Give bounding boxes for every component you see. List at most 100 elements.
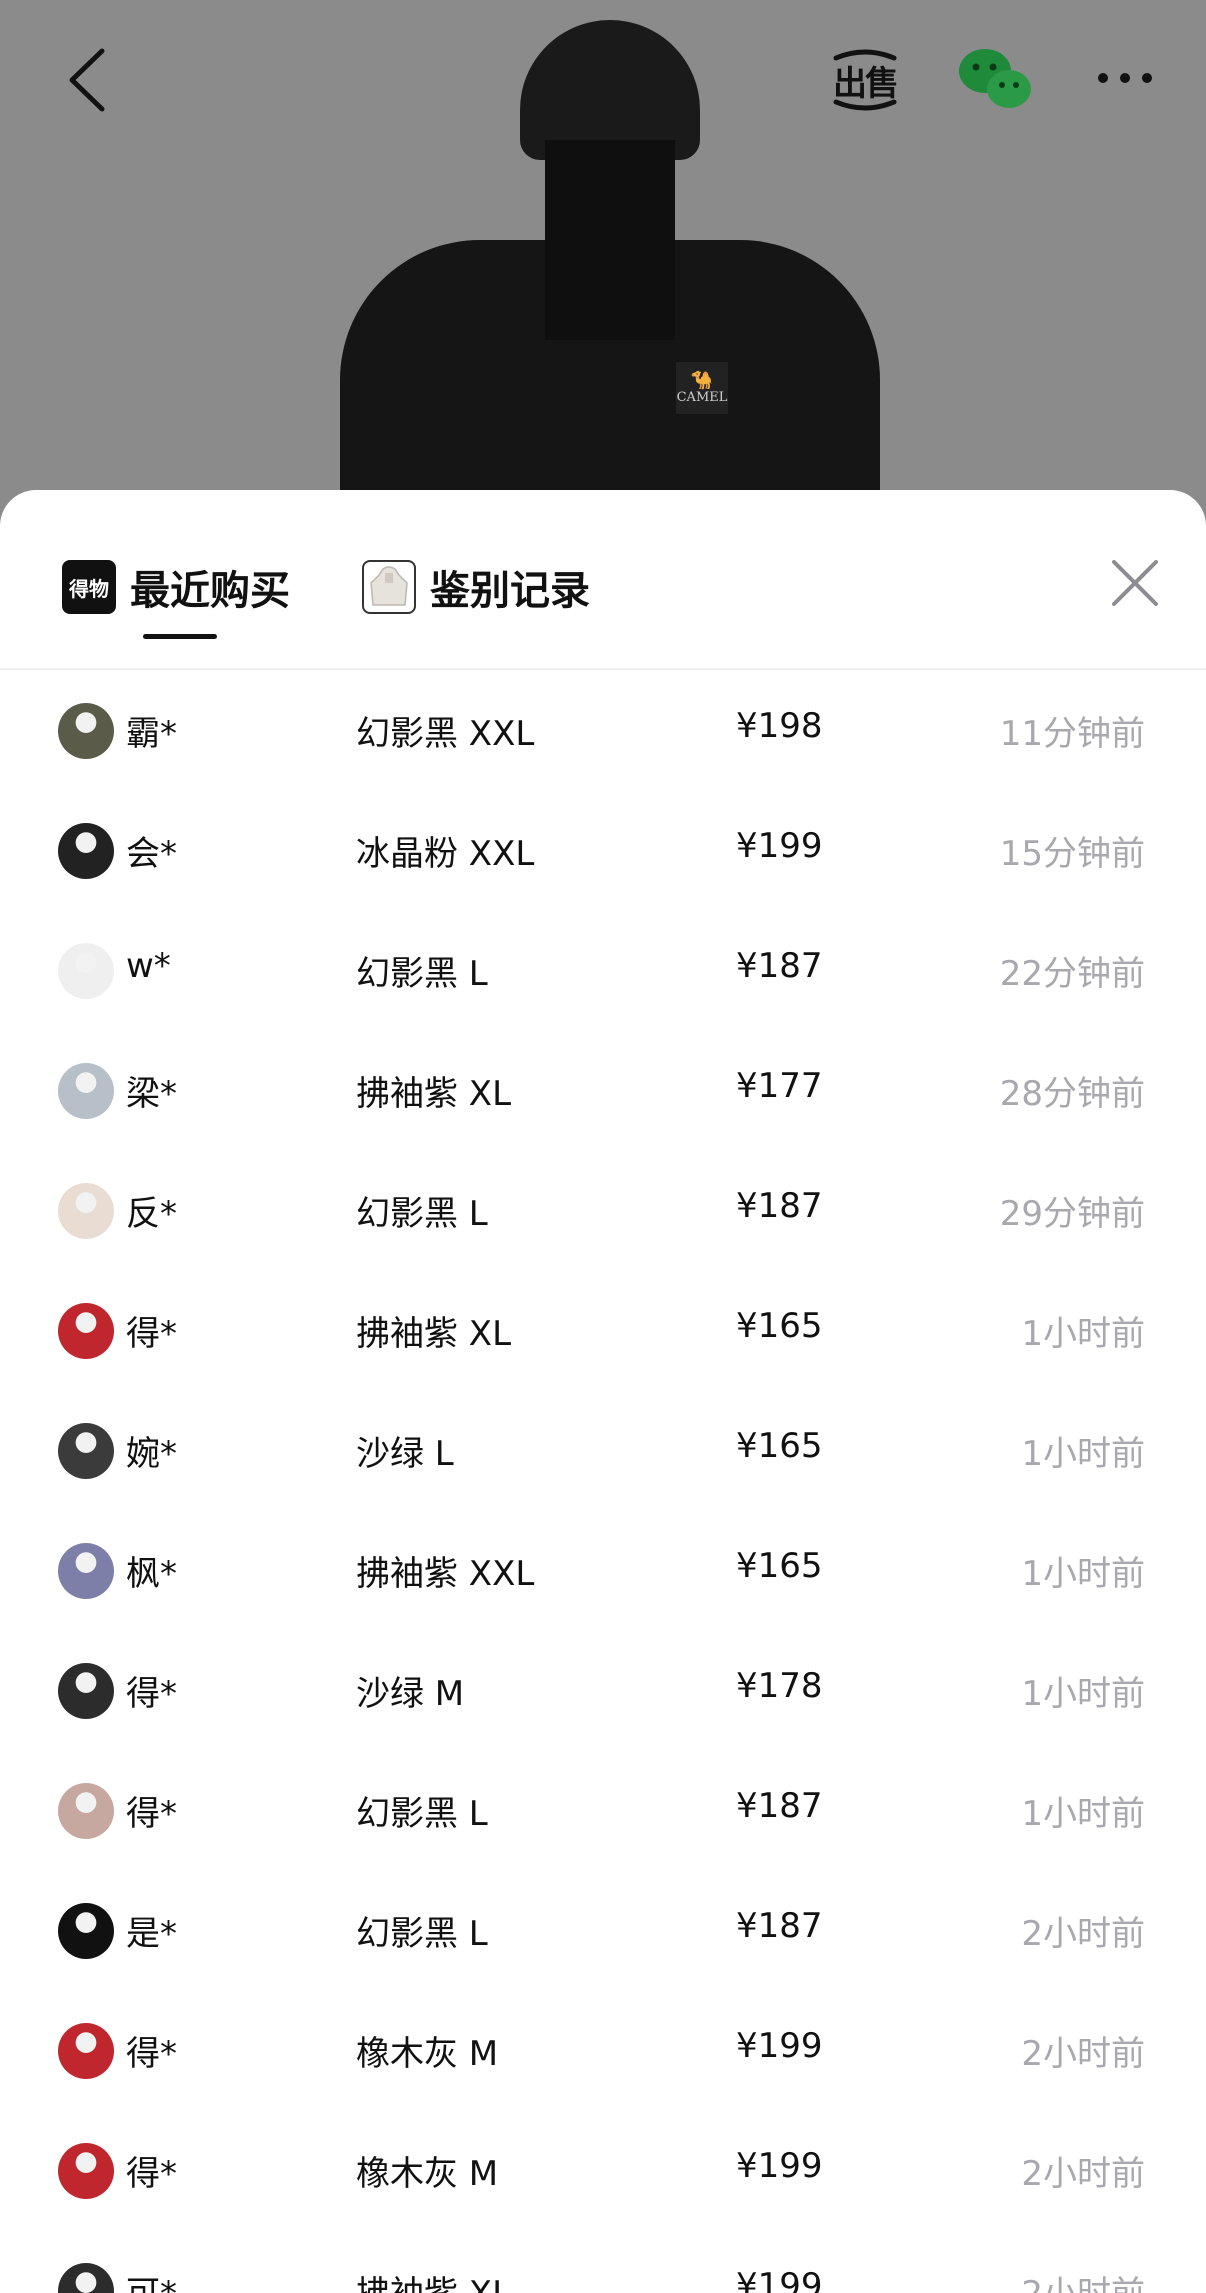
product-spec: 拂袖紫 XL xyxy=(356,1074,512,1114)
user-name: 霸* xyxy=(126,714,177,754)
screen: 🐪 CAMEL 出售 得物 最近购买 鉴别记录 霸* 幻影黑 XXL ¥198 … xyxy=(0,0,1206,2293)
purchase-time: 2小时前 xyxy=(1021,1914,1145,1954)
camel-icon: 🐪 xyxy=(690,369,714,391)
user-avatar[interactable] xyxy=(58,1903,114,1959)
tab-authentication-records[interactable]: 鉴别记录 xyxy=(362,552,590,622)
user-name: 得* xyxy=(126,1314,177,1354)
purchase-record-row: 得* 沙绿 M ¥178 1小时前 xyxy=(0,1630,1206,1750)
purchase-time: 2小时前 xyxy=(1021,2266,1145,2293)
product-thumbnail-icon xyxy=(362,560,416,614)
user-avatar[interactable] xyxy=(58,823,114,879)
product-spec: 幻影黑 L xyxy=(356,1914,488,1954)
purchase-price: ¥199 xyxy=(736,2146,823,2186)
product-spec: 沙绿 L xyxy=(356,1434,454,1474)
user-avatar[interactable] xyxy=(58,1303,114,1359)
more-icon xyxy=(1098,73,1152,83)
user-name: 得* xyxy=(126,1674,177,1714)
user-avatar[interactable] xyxy=(58,1423,114,1479)
purchase-record-row: w* 幻影黑 L ¥187 22分钟前 xyxy=(0,910,1206,1030)
purchase-time: 28分钟前 xyxy=(999,1074,1145,1114)
close-button[interactable] xyxy=(1108,556,1162,610)
sheet-tabs: 得物 最近购买 鉴别记录 xyxy=(0,490,1206,668)
user-avatar[interactable] xyxy=(58,1783,114,1839)
user-avatar[interactable] xyxy=(58,2023,114,2079)
product-spec: 冰晶粉 XXL xyxy=(356,834,535,874)
purchase-time: 15分钟前 xyxy=(999,834,1145,874)
purchase-price: ¥165 xyxy=(736,1426,823,1466)
purchase-price: ¥187 xyxy=(736,946,823,986)
purchase-time: 2小时前 xyxy=(1021,2034,1145,2074)
purchase-time: 1小时前 xyxy=(1021,1794,1145,1834)
user-name: 婉* xyxy=(126,1434,177,1474)
tab-recent-purchases-label: 最近购买 xyxy=(130,568,290,614)
product-spec: 橡木灰 M xyxy=(356,2154,499,2194)
user-name: 得* xyxy=(126,2154,177,2194)
user-name: 枫* xyxy=(126,1554,177,1594)
product-spec: 幻影黑 L xyxy=(356,954,488,994)
product-hood xyxy=(520,20,700,160)
purchase-price: ¥198 xyxy=(736,706,823,746)
purchase-time: 1小时前 xyxy=(1021,1314,1145,1354)
purchase-price: ¥187 xyxy=(736,1186,823,1226)
dewu-logo-icon: 得物 xyxy=(62,560,116,614)
product-logo-patch: 🐪 CAMEL xyxy=(676,362,728,414)
wechat-share-button[interactable] xyxy=(955,45,1035,115)
purchase-price: ¥199 xyxy=(736,2266,823,2293)
purchase-record-row: 得* 幻影黑 L ¥187 1小时前 xyxy=(0,1750,1206,1870)
purchase-records-sheet: 得物 最近购买 鉴别记录 霸* 幻影黑 XXL ¥198 11分钟前 会* 冰晶… xyxy=(0,490,1206,2293)
purchase-price: ¥187 xyxy=(736,1786,823,1826)
purchase-record-row: 可* 拂袖紫 XL ¥199 2小时前 xyxy=(0,2230,1206,2293)
user-avatar[interactable] xyxy=(58,1183,114,1239)
user-avatar[interactable] xyxy=(58,1663,114,1719)
purchase-record-row: 梁* 拂袖紫 XL ¥177 28分钟前 xyxy=(0,1030,1206,1150)
product-spec: 橡木灰 M xyxy=(356,2034,499,2074)
user-name: 是* xyxy=(126,1914,177,1954)
product-spec: 幻影黑 L xyxy=(356,1194,488,1234)
purchase-price: ¥165 xyxy=(736,1546,823,1586)
user-name: 会* xyxy=(126,834,177,874)
user-avatar[interactable] xyxy=(58,1543,114,1599)
purchase-price: ¥178 xyxy=(736,1666,823,1706)
user-name: 得* xyxy=(126,1794,177,1834)
user-name: 反* xyxy=(126,1194,177,1234)
purchase-record-row: 会* 冰晶粉 XXL ¥199 15分钟前 xyxy=(0,790,1206,910)
purchase-price: ¥199 xyxy=(736,2026,823,2066)
user-name: 梁* xyxy=(126,1074,177,1114)
purchase-record-row: 是* 幻影黑 L ¥187 2小时前 xyxy=(0,1870,1206,1990)
purchase-time: 29分钟前 xyxy=(999,1194,1145,1234)
sell-button[interactable]: 出售 xyxy=(820,40,910,120)
user-name: 可* xyxy=(126,2266,177,2293)
purchase-time: 2小时前 xyxy=(1021,2154,1145,2194)
purchase-time: 11分钟前 xyxy=(999,714,1145,754)
user-avatar[interactable] xyxy=(58,703,114,759)
user-avatar[interactable] xyxy=(58,943,114,999)
back-button[interactable] xyxy=(56,40,116,120)
close-icon xyxy=(1112,560,1158,606)
product-spec: 沙绿 M xyxy=(356,1674,465,1714)
user-name: 得* xyxy=(126,2034,177,2074)
more-button[interactable] xyxy=(1090,48,1160,108)
purchase-price: ¥177 xyxy=(736,1066,823,1106)
product-face-cover xyxy=(545,140,675,340)
active-tab-indicator xyxy=(143,634,217,639)
product-spec: 拂袖紫 XXL xyxy=(356,1554,535,1594)
user-avatar[interactable] xyxy=(58,1063,114,1119)
product-logo-text: CAMEL xyxy=(676,389,728,405)
purchase-record-row: 婉* 沙绿 L ¥165 1小时前 xyxy=(0,1390,1206,1510)
product-spec: 拂袖紫 XL xyxy=(356,1314,512,1354)
purchase-record-row: 枫* 拂袖紫 XXL ¥165 1小时前 xyxy=(0,1510,1206,1630)
purchase-record-row: 得* 橡木灰 M ¥199 2小时前 xyxy=(0,1990,1206,2110)
tab-recent-purchases[interactable]: 得物 最近购买 xyxy=(62,552,290,622)
sell-icon xyxy=(833,49,897,111)
chevron-left-icon xyxy=(69,48,105,112)
purchase-time: 22分钟前 xyxy=(999,954,1145,994)
user-avatar[interactable] xyxy=(58,2143,114,2199)
user-avatar[interactable] xyxy=(58,2263,114,2293)
tab-authentication-records-label: 鉴别记录 xyxy=(430,568,590,614)
product-image-area: 🐪 CAMEL 出售 xyxy=(0,0,1206,540)
product-spec: 幻影黑 XXL xyxy=(356,714,535,754)
purchase-time: 1小时前 xyxy=(1021,1434,1145,1474)
purchase-price: ¥165 xyxy=(736,1306,823,1346)
purchase-record-row: 反* 幻影黑 L ¥187 29分钟前 xyxy=(0,1150,1206,1270)
product-spec: 拂袖紫 XL xyxy=(356,2266,511,2293)
